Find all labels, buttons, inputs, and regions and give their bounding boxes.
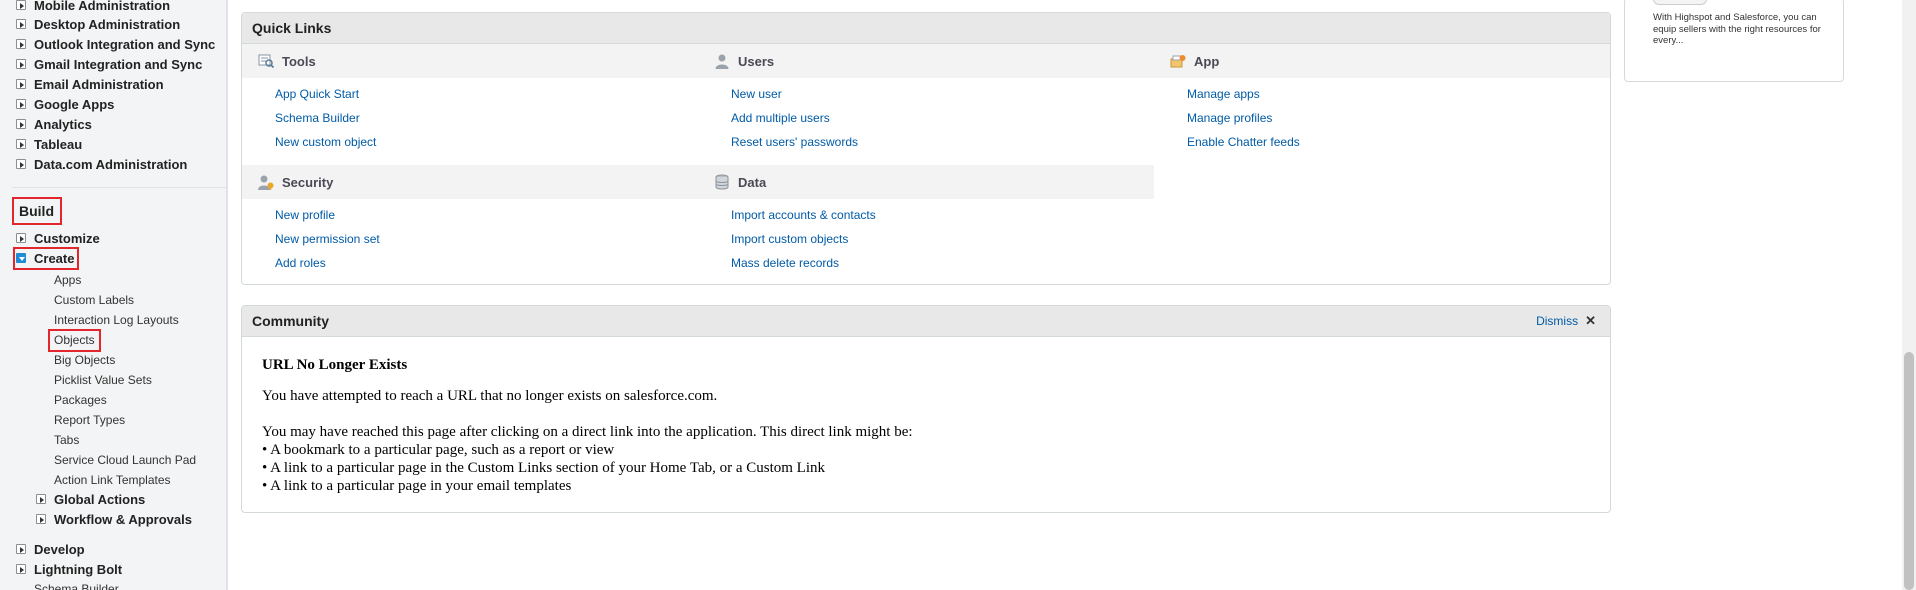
sidebar-item-report-types[interactable]: Report Types	[54, 410, 125, 430]
expand-icon[interactable]	[16, 19, 26, 29]
link-mass-delete-records[interactable]: Mass delete records	[731, 256, 839, 270]
error-bullet: • A link to a particular page in the Cus…	[262, 460, 826, 476]
link-import-custom-objects[interactable]: Import custom objects	[731, 232, 848, 246]
community-panel: Community Dismiss ✕ URL No Longer Exists…	[241, 305, 1611, 513]
sidebar-item-interaction-log-layouts[interactable]: Interaction Log Layouts	[54, 310, 179, 330]
promo-card[interactable]: With Highspot and Salesforce, you can eq…	[1624, 0, 1844, 82]
quick-links-panel: Quick Links Tools Users App App Quick St…	[241, 12, 1611, 285]
sidebar-divider	[12, 187, 226, 188]
page-scrollbar[interactable]	[1902, 0, 1916, 590]
sidebar-item-mobile-administration[interactable]: Mobile Administration	[16, 0, 170, 15]
highlight-box-objects	[48, 329, 101, 352]
expand-icon[interactable]	[16, 119, 26, 129]
expand-icon[interactable]	[16, 159, 26, 169]
quick-links-title: Quick Links	[252, 20, 332, 36]
security-icon	[258, 175, 274, 190]
scrollbar-thumb[interactable]	[1904, 352, 1914, 590]
expand-icon[interactable]	[16, 233, 26, 243]
expand-icon[interactable]	[16, 564, 26, 574]
sidebar-item-apps[interactable]: Apps	[54, 270, 81, 290]
section-security: Security	[242, 165, 698, 199]
link-new-permission-set[interactable]: New permission set	[275, 232, 380, 246]
link-add-multiple-users[interactable]: Add multiple users	[731, 111, 830, 125]
link-enable-chatter-feeds[interactable]: Enable Chatter feeds	[1187, 135, 1300, 149]
sidebar-item-picklist-value-sets[interactable]: Picklist Value Sets	[54, 370, 152, 390]
error-message: You have attempted to reach a URL that n…	[262, 388, 718, 404]
section-tools: Tools	[242, 44, 698, 78]
sidebar-item-desktop-administration[interactable]: Desktop Administration	[16, 14, 180, 34]
section-data: Data	[698, 165, 1154, 199]
error-title: URL No Longer Exists	[262, 357, 408, 373]
link-reset-users-passwords[interactable]: Reset users' passwords	[731, 135, 858, 149]
sidebar-item-gmail-integration[interactable]: Gmail Integration and Sync	[16, 54, 202, 74]
sidebar-item-schema-builder[interactable]: Schema Builder	[34, 579, 119, 590]
link-schema-builder[interactable]: Schema Builder	[275, 111, 360, 125]
expand-icon[interactable]	[16, 99, 26, 109]
sidebar-item-global-actions[interactable]: Global Actions	[36, 489, 145, 509]
link-import-accounts-contacts[interactable]: Import accounts & contacts	[731, 208, 876, 222]
highlight-box-build	[12, 197, 62, 225]
user-icon	[715, 54, 729, 69]
community-header: Community Dismiss ✕	[242, 306, 1610, 337]
sidebar-item-tabs[interactable]: Tabs	[54, 430, 79, 450]
sidebar-item-big-objects[interactable]: Big Objects	[54, 350, 115, 370]
link-manage-profiles[interactable]: Manage profiles	[1187, 111, 1272, 125]
sidebar-item-customize[interactable]: Customize	[16, 228, 100, 248]
expand-icon[interactable]	[16, 544, 26, 554]
highlight-box-create	[13, 247, 79, 270]
database-icon	[715, 174, 729, 190]
error-message-block: URL No Longer Exists You have attempted …	[262, 356, 913, 495]
sidebar-item-tableau[interactable]: Tableau	[16, 134, 82, 154]
setup-sidebar: Mobile Administration Desktop Administra…	[0, 0, 228, 590]
link-new-custom-object[interactable]: New custom object	[275, 135, 376, 149]
error-intro: You may have reached this page after cli…	[262, 424, 913, 440]
expand-icon[interactable]	[16, 39, 26, 49]
link-new-user[interactable]: New user	[731, 87, 782, 101]
link-app-quick-start[interactable]: App Quick Start	[275, 87, 359, 101]
sidebar-item-develop[interactable]: Develop	[16, 539, 85, 559]
tools-icon	[258, 54, 274, 69]
sidebar-item-google-apps[interactable]: Google Apps	[16, 94, 114, 114]
sidebar-item-datacom-administration[interactable]: Data.com Administration	[16, 154, 187, 174]
expand-icon[interactable]	[16, 59, 26, 69]
sidebar-item-email-administration[interactable]: Email Administration	[16, 74, 164, 94]
expand-icon[interactable]	[16, 0, 26, 10]
dismiss-button[interactable]: Dismiss ✕	[1536, 313, 1596, 329]
sidebar-item-packages[interactable]: Packages	[54, 390, 107, 410]
sidebar-item-action-link-templates[interactable]: Action Link Templates	[54, 470, 171, 490]
section-app: App	[1154, 44, 1610, 78]
quick-links-header: Quick Links	[242, 13, 1610, 44]
link-add-roles[interactable]: Add roles	[275, 256, 326, 270]
promo-text: With Highspot and Salesforce, you can eq…	[1653, 12, 1821, 46]
section-users: Users	[698, 44, 1154, 78]
expand-icon[interactable]	[36, 514, 46, 524]
sidebar-item-outlook-integration[interactable]: Outlook Integration and Sync	[16, 34, 215, 54]
error-bullet: • A bookmark to a particular page, such …	[262, 442, 615, 458]
close-icon[interactable]: ✕	[1585, 313, 1596, 329]
link-manage-apps[interactable]: Manage apps	[1187, 87, 1260, 101]
app-icon	[1170, 55, 1186, 68]
sidebar-item-custom-labels[interactable]: Custom Labels	[54, 290, 134, 310]
expand-icon[interactable]	[16, 79, 26, 89]
error-bullet: • A link to a particular page in your em…	[262, 478, 572, 494]
link-new-profile[interactable]: New profile	[275, 208, 335, 222]
promo-image	[1653, 0, 1707, 5]
community-title: Community	[252, 313, 329, 329]
expand-icon[interactable]	[36, 494, 46, 504]
dismiss-label: Dismiss	[1536, 314, 1579, 328]
sidebar-item-lightning-bolt[interactable]: Lightning Bolt	[16, 559, 122, 579]
sidebar-item-service-cloud-launch-pad[interactable]: Service Cloud Launch Pad	[54, 450, 196, 470]
expand-icon[interactable]	[16, 139, 26, 149]
sidebar-item-workflow-approvals[interactable]: Workflow & Approvals	[36, 509, 192, 529]
sidebar-item-analytics[interactable]: Analytics	[16, 114, 92, 134]
